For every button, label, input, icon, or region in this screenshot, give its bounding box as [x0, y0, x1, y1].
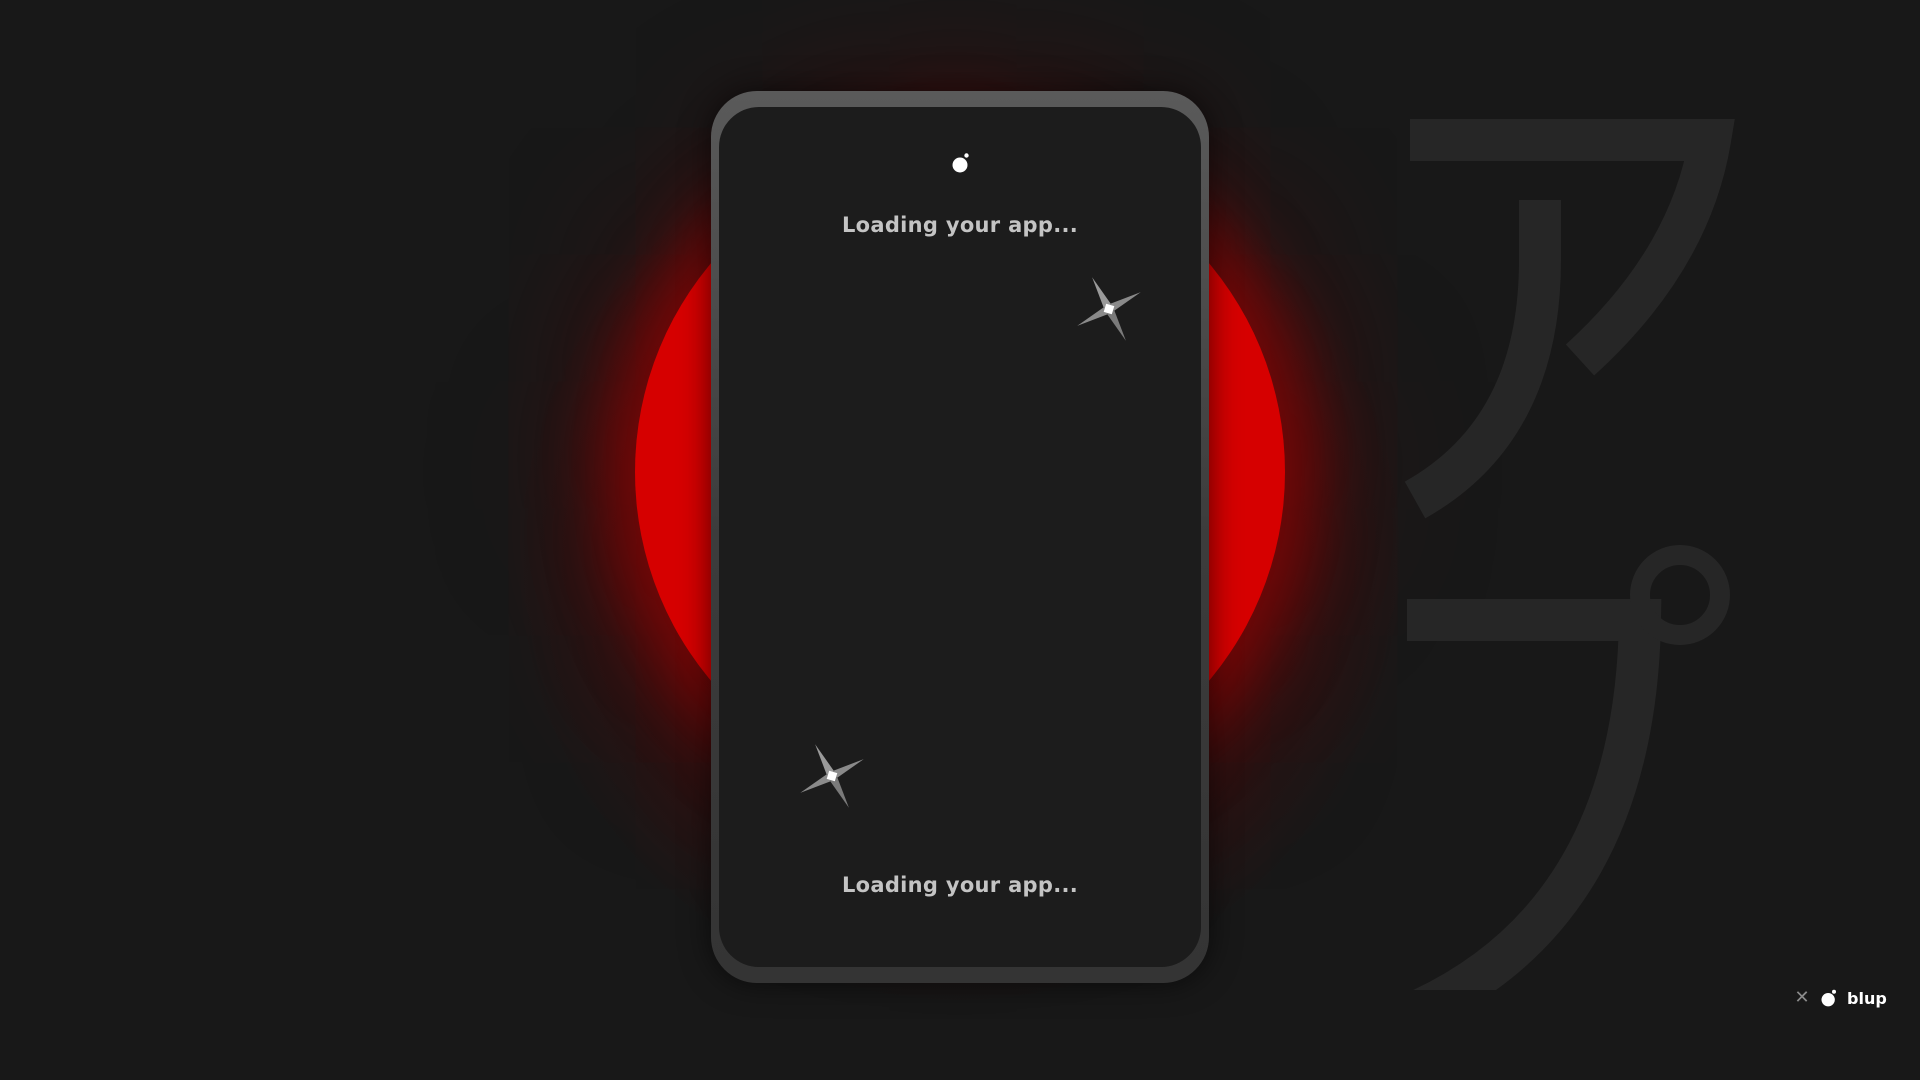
blup-logo-icon — [1821, 989, 1836, 1007]
close-icon[interactable]: ✕ — [1793, 989, 1811, 1007]
blup-badge[interactable]: ✕ blup — [1793, 984, 1887, 1012]
loading-text-top: Loading your app... — [841, 213, 1079, 237]
katakana-decor — [1404, 119, 1735, 990]
sparkle-icon — [800, 744, 864, 808]
phone-frame: Loading your app... Loading your app... — [711, 91, 1209, 983]
phone-screen: Loading your app... Loading your app... — [719, 107, 1201, 967]
loading-text-bottom: Loading your app... — [841, 873, 1079, 897]
badge-label[interactable]: blup — [1847, 989, 1887, 1008]
sparkle-icon — [1077, 277, 1141, 341]
blup-logo-icon — [952, 153, 969, 173]
app-stage: Loading your app... Loading your app... … — [0, 0, 1920, 1080]
